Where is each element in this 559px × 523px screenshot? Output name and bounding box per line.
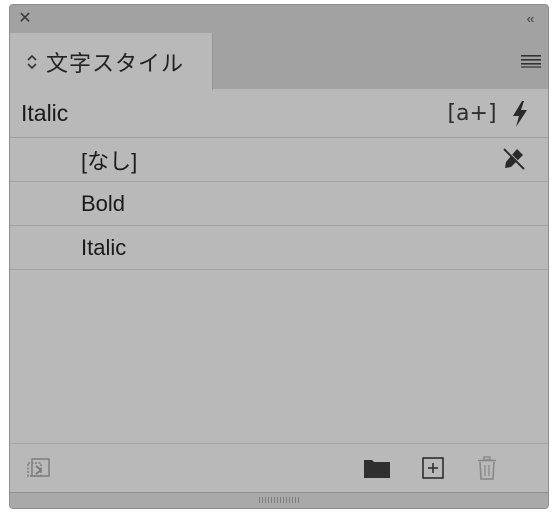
list-item[interactable]: Italic (10, 226, 548, 270)
clear-overrides-icon[interactable]: [a+] (447, 99, 496, 127)
panel-footer (10, 443, 548, 492)
tab-label: 文字スタイル (46, 51, 185, 77)
list-item[interactable]: Bold (10, 182, 548, 226)
character-styles-panel: ✕ ‹‹ 文字スタイル Italic [a+] [なし] Bold Italic (9, 4, 549, 509)
add-new-icon[interactable] (418, 454, 448, 482)
hamburger-menu-icon[interactable] (520, 51, 542, 71)
style-label: Italic (81, 234, 127, 260)
panel-titlebar: ✕ ‹‹ (10, 5, 548, 34)
style-label: [なし] (81, 148, 138, 174)
current-style-row: Italic [a+] (10, 89, 548, 138)
up-down-arrows-icon[interactable] (24, 52, 40, 72)
style-list: [なし] Bold Italic (10, 138, 548, 438)
style-label: Bold (81, 190, 126, 216)
double-chevron-left-icon[interactable]: ‹‹ (520, 9, 540, 27)
pencil-crossed-icon (500, 145, 528, 173)
resize-handle[interactable] (10, 492, 548, 508)
close-icon[interactable]: ✕ (16, 9, 34, 27)
lightning-bolt-icon[interactable] (506, 99, 534, 129)
list-item[interactable]: [なし] (10, 138, 548, 182)
tab-character-styles[interactable]: 文字スタイル (10, 33, 213, 90)
tab-row: 文字スタイル (10, 33, 548, 90)
load-styles-icon[interactable] (24, 454, 54, 482)
current-style-label: Italic (21, 99, 69, 126)
grip-icon (259, 497, 299, 503)
folder-icon[interactable] (362, 454, 392, 482)
trash-icon[interactable] (472, 454, 502, 482)
